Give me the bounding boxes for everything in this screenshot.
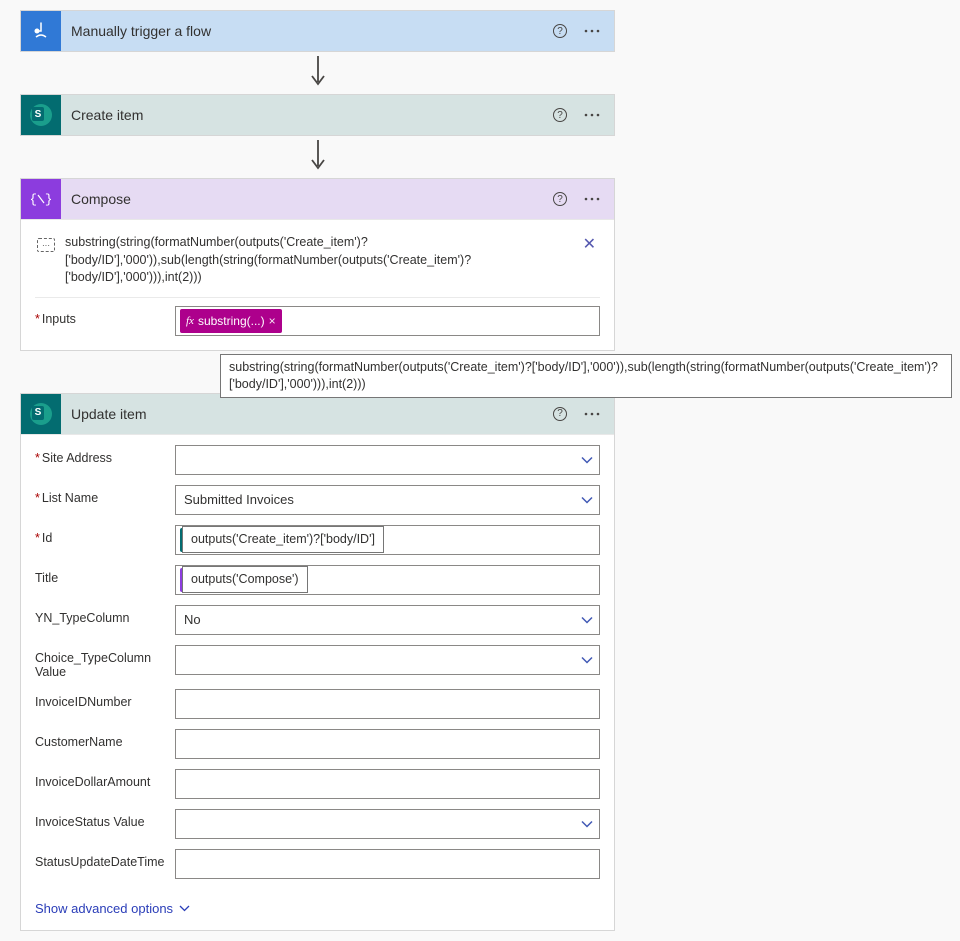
more-icon[interactable]	[578, 400, 606, 428]
compose-header[interactable]: { } Compose ?	[21, 179, 614, 219]
connector-arrow	[20, 136, 615, 178]
advanced-label: Show advanced options	[35, 901, 173, 916]
chevron-down-icon	[581, 612, 593, 627]
id-tooltip: outputs('Create_item')?['body/ID']	[182, 526, 384, 553]
compose-card[interactable]: { } Compose ? ··· substring(string(forma…	[20, 178, 615, 351]
choice-field[interactable]	[175, 645, 600, 675]
more-icon[interactable]	[578, 17, 606, 45]
help-icon[interactable]: ?	[546, 185, 574, 213]
yn-field[interactable]: No	[175, 605, 600, 635]
customer-field[interactable]	[175, 729, 600, 759]
help-icon[interactable]: ?	[546, 400, 574, 428]
trigger-card[interactable]: Manually trigger a flow ?	[20, 10, 615, 52]
invoiceid-label: InvoiceIDNumber	[35, 689, 175, 709]
compose-tooltip: substring(string(formatNumber(outputs('C…	[220, 354, 952, 398]
note-icon: ···	[37, 238, 55, 252]
yn-label: YN_TypeColumn	[35, 605, 175, 625]
title-field[interactable]: {} Outputs × outputs('Compose')	[175, 565, 600, 595]
amount-field[interactable]	[175, 769, 600, 799]
trigger-header[interactable]: Manually trigger a flow ?	[21, 11, 614, 51]
compose-note: ··· substring(string(formatNumber(output…	[35, 230, 600, 298]
inputs-label: Inputs	[35, 306, 175, 326]
close-icon[interactable]: ✕	[583, 234, 596, 254]
update-item-header[interactable]: Update item ?	[21, 394, 614, 434]
status-label: InvoiceStatus Value	[35, 809, 175, 829]
amount-label: InvoiceDollarAmount	[35, 769, 175, 789]
connector-arrow	[20, 52, 615, 94]
chevron-down-icon	[581, 652, 593, 667]
help-icon[interactable]: ?	[546, 17, 574, 45]
inputs-field[interactable]: fx substring(...) ×	[175, 306, 600, 336]
chevron-down-icon	[179, 905, 190, 912]
chevron-down-icon	[581, 452, 593, 467]
customer-label: CustomerName	[35, 729, 175, 749]
update-item-card[interactable]: Update item ? Site Address List Name Sub…	[20, 393, 615, 931]
compose-title: Compose	[61, 191, 546, 207]
invoiceid-field[interactable]	[175, 689, 600, 719]
compose-icon: { }	[21, 179, 61, 219]
id-field[interactable]: S ID × outputs('Create_item')?['body/ID'…	[175, 525, 600, 555]
title-label: Title	[35, 565, 175, 585]
note-text: substring(string(formatNumber(outputs('C…	[65, 234, 598, 287]
yn-value: No	[180, 612, 201, 627]
dt-label: StatusUpdateDateTime	[35, 849, 175, 869]
trigger-icon	[21, 11, 61, 51]
id-label: Id	[35, 525, 175, 545]
more-icon[interactable]	[578, 185, 606, 213]
fx-token[interactable]: fx substring(...) ×	[180, 309, 282, 333]
update-item-title: Update item	[61, 406, 546, 422]
site-address-label: Site Address	[35, 445, 175, 465]
show-advanced-options[interactable]: Show advanced options	[21, 893, 614, 930]
sharepoint-icon	[21, 95, 61, 135]
site-address-field[interactable]	[175, 445, 600, 475]
create-item-card[interactable]: Create item ?	[20, 94, 615, 136]
help-icon[interactable]: ?	[546, 101, 574, 129]
chevron-down-icon	[581, 816, 593, 831]
trigger-title: Manually trigger a flow	[61, 23, 546, 39]
list-name-value: Submitted Invoices	[180, 492, 294, 507]
token-remove-icon[interactable]: ×	[269, 314, 276, 328]
dt-field[interactable]	[175, 849, 600, 879]
choice-label: Choice_TypeColumn Value	[35, 645, 175, 679]
status-field[interactable]	[175, 809, 600, 839]
fx-icon: fx	[182, 315, 198, 327]
more-icon[interactable]	[578, 101, 606, 129]
list-name-label: List Name	[35, 485, 175, 505]
title-tooltip: outputs('Compose')	[182, 566, 308, 593]
create-item-header[interactable]: Create item ?	[21, 95, 614, 135]
chevron-down-icon	[581, 492, 593, 507]
list-name-field[interactable]: Submitted Invoices	[175, 485, 600, 515]
fx-token-label: substring(...)	[198, 314, 265, 328]
sharepoint-icon	[21, 394, 61, 434]
create-item-title: Create item	[61, 107, 546, 123]
